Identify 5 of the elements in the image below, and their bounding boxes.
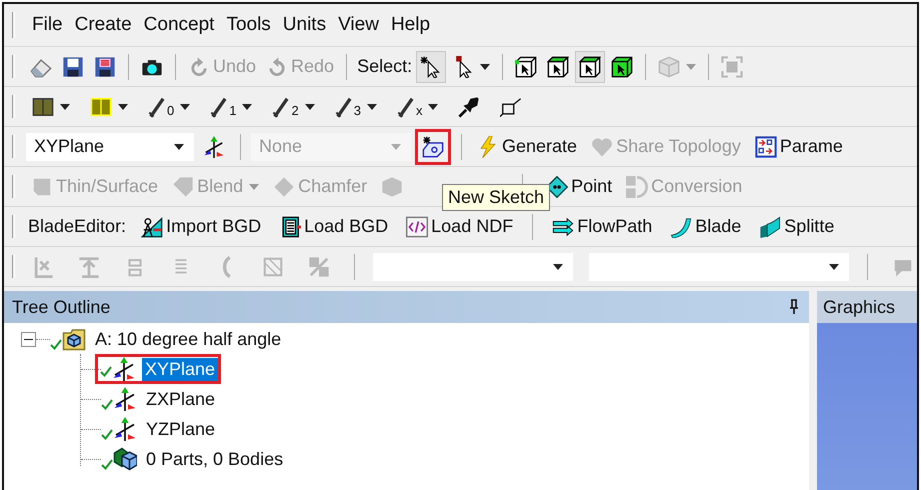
tooltip: New Sketch	[442, 184, 550, 210]
toolbar-label: Select:	[356, 56, 414, 77]
toolbar-label: BladeEditor:	[27, 216, 128, 237]
panel-title: Tree Outline	[12, 296, 110, 318]
panel-title: Graphics	[823, 296, 896, 318]
